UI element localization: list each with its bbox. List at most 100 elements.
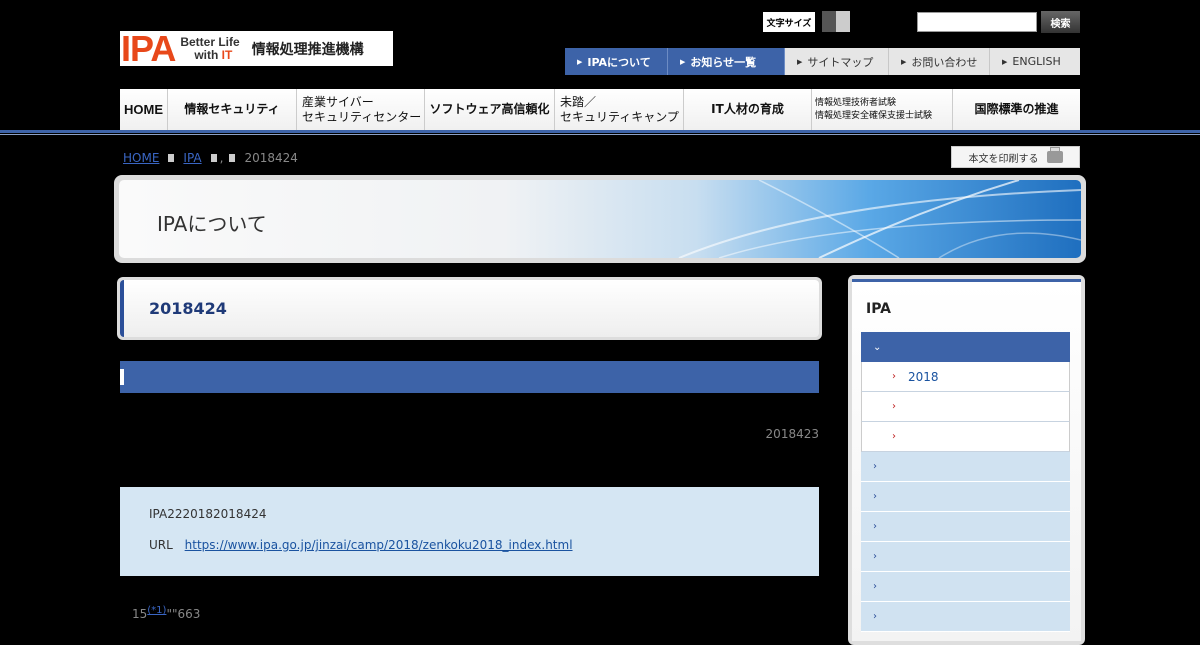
gnav-label: ソフトウェア高信頼化 (429, 102, 550, 116)
sidebar-subitem-2018[interactable]: › 2018 (861, 362, 1070, 392)
font-size-small-button[interactable] (822, 11, 836, 32)
gnav-security[interactable]: 情報セキュリティ (168, 89, 297, 130)
logo-with: with (194, 47, 222, 62)
info-box: IPA2220182018424 URL https://www.ipa.go.… (120, 487, 819, 576)
triangle-right-icon: ▶ (797, 57, 803, 66)
chevron-right-icon: › (873, 521, 877, 532)
search-button[interactable]: 検索 (1041, 11, 1080, 33)
page-title-box: 2018424 (117, 277, 822, 340)
sidebar-item-label: 2018 (908, 369, 939, 384)
logo-ipa-text: IPA (121, 28, 176, 69)
breadcrumb-home-link[interactable]: HOME (123, 151, 159, 165)
util-nav-about[interactable]: ▶ IPAについて (565, 48, 668, 75)
sidebar-item[interactable]: › (861, 602, 1070, 632)
body-text-post: ""663 (166, 607, 201, 621)
util-nav-label: ENGLISH (1012, 55, 1061, 68)
url-label: URL (149, 538, 173, 552)
footnote-link[interactable]: (*1) (147, 605, 166, 616)
gnav-label-line1: 産業サイバー (302, 94, 374, 109)
breadcrumb: HOME IPA , 2018424 (123, 150, 298, 166)
banner-title: IPAについて (157, 212, 267, 236)
camp-url-link[interactable]: https://www.ipa.go.jp/jinzai/camp/2018/z… (185, 538, 573, 552)
info-url-line: URL https://www.ipa.go.jp/jinzai/camp/20… (149, 538, 573, 552)
gnav-label: IT人材の育成 (711, 102, 784, 116)
sidebar-item-active[interactable]: ⌄ (861, 332, 1070, 362)
body-text-pre: 15 (132, 607, 148, 621)
page-title: 2018424 (149, 299, 227, 318)
gnav-label: HOME (124, 102, 163, 117)
breadcrumb-current: 2018424 (244, 151, 298, 165)
gnav-label-line2: 情報処理安全確保支援士試験 (815, 110, 933, 121)
util-nav-label: サイトマップ (807, 55, 874, 69)
chevron-down-icon: ⌄ (873, 341, 882, 353)
sidebar-item[interactable]: › (861, 512, 1070, 542)
utility-nav: ▶ IPAについて ▶ お知らせ一覧 ▶ サイトマップ ▶ お問い合わせ ▶ ENGLIS… (565, 48, 1080, 75)
chevron-right-icon: › (873, 551, 877, 562)
sidebar-title: IPA (866, 301, 892, 317)
publish-date: 2018423 (765, 427, 819, 441)
nav-divider (0, 130, 1200, 133)
gnav-label-line2: セキュリティキャンプ (560, 109, 679, 124)
gnav-cyber-security-center[interactable]: 産業サイバー セキュリティセンター (297, 89, 425, 130)
breadcrumb-separator-icon (210, 154, 217, 162)
category-banner: IPAについて (114, 175, 1086, 263)
triangle-right-icon: ▶ (1002, 57, 1008, 66)
sidebar-item[interactable]: › (861, 572, 1070, 602)
gnav-mitou-security-camp[interactable]: 未踏／ セキュリティキャンプ (555, 89, 684, 130)
chevron-right-icon: › (892, 401, 896, 412)
gnav-home[interactable]: HOME (120, 89, 168, 130)
breadcrumb-ipa-link[interactable]: IPA (183, 151, 201, 165)
triangle-right-icon: ▶ (577, 57, 583, 66)
sidebar-subitem[interactable]: › (861, 392, 1070, 422)
logo-tagline-line2: with IT (180, 47, 239, 62)
font-size-large-button[interactable] (836, 11, 850, 32)
gnav-software-reliability[interactable]: ソフトウェア高信頼化 (425, 89, 555, 130)
gnav-label-line2: セキュリティセンター (302, 109, 422, 124)
print-button-label: 本文を印刷する (968, 153, 1039, 165)
util-nav-english[interactable]: ▶ ENGLISH (990, 48, 1080, 75)
sidebar-item[interactable]: › (861, 542, 1070, 572)
util-nav-news[interactable]: ▶ お知らせ一覧 (668, 48, 785, 75)
org-name: 情報処理推進機構 (251, 41, 364, 58)
util-nav-contact[interactable]: ▶ お問い合わせ (889, 48, 990, 75)
section-heading-bar (120, 361, 819, 393)
print-button[interactable]: 本文を印刷する (951, 146, 1080, 168)
sidebar-item[interactable]: › (861, 452, 1070, 482)
chevron-right-icon: › (873, 581, 877, 592)
banner-background: IPAについて (119, 180, 1081, 258)
triangle-right-icon: ▶ (901, 57, 907, 66)
sidebar-subitem[interactable]: › (861, 422, 1070, 452)
nav-divider-thin (0, 134, 1200, 135)
body-text: 15(*1)""663 (132, 605, 200, 621)
sidebar: IPA ⌄ › 2018 › › › › › › › › (848, 275, 1085, 645)
gnav-label: 情報セキュリティ (184, 102, 280, 116)
triangle-right-icon: ▶ (680, 57, 686, 66)
sidebar-item[interactable]: › (861, 482, 1070, 512)
gnav-international-standards[interactable]: 国際標準の推進 (953, 89, 1080, 130)
gnav-label-line1: 未踏／ (560, 94, 597, 109)
util-nav-sitemap[interactable]: ▶ サイトマップ (785, 48, 889, 75)
chevron-right-icon: › (873, 461, 877, 472)
printer-icon (1046, 147, 1063, 163)
util-nav-label: お問い合わせ (911, 55, 978, 69)
gnav-label: 国際標準の推進 (974, 102, 1059, 116)
ipa-logo[interactable]: IPA Better Life with IT 情報処理推進機構 (120, 28, 393, 69)
gnav-it-talent[interactable]: IT人材の育成 (684, 89, 812, 130)
chevron-right-icon: › (892, 371, 896, 382)
global-nav: HOME 情報セキュリティ 産業サイバー セキュリティセンター ソフトウェア高信頼… (120, 89, 1080, 130)
breadcrumb-separator-icon (229, 154, 236, 162)
search-input[interactable] (917, 12, 1037, 32)
gnav-exams[interactable]: 情報処理技術者試験情報処理安全確保支援士試験 (812, 89, 953, 130)
breadcrumb-separator-icon (168, 154, 175, 162)
sidebar-panel: IPA ⌄ › 2018 › › › › › › › › (852, 279, 1081, 641)
util-nav-label: IPAについて (587, 55, 651, 69)
sidebar-menu: ⌄ › 2018 › › › › › › › › (861, 332, 1070, 632)
logo-tagline: Better Life with IT (180, 35, 239, 62)
page-title-inner: 2018424 (120, 280, 819, 337)
chevron-right-icon: › (892, 431, 896, 442)
gnav-label-line1: 情報処理技術者試験 (815, 97, 897, 108)
info-text: IPA2220182018424 (149, 507, 267, 521)
logo-it: IT (221, 47, 233, 62)
util-nav-label: お知らせ一覧 (690, 55, 757, 69)
chevron-right-icon: › (873, 611, 877, 622)
